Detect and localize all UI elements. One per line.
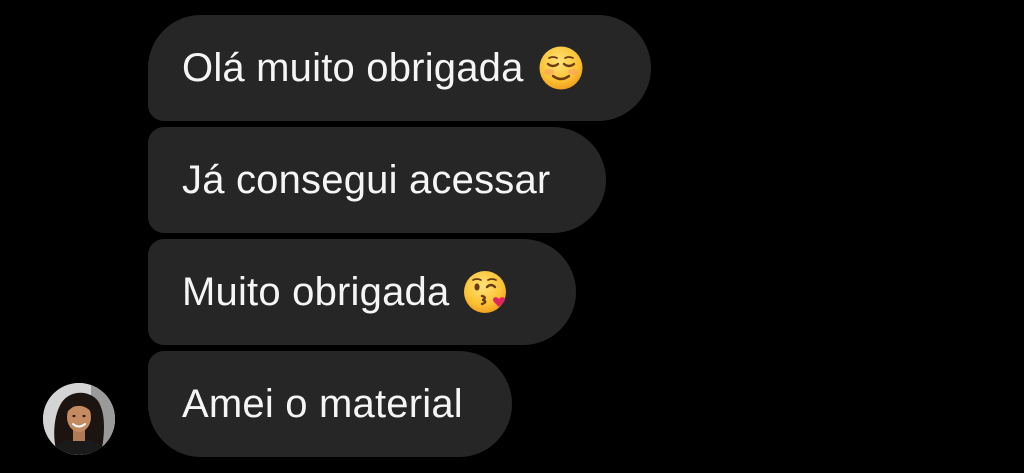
avatar[interactable] [43, 383, 115, 455]
message-text: Já consegui acessar [182, 158, 551, 202]
profile-photo-avatar-icon [43, 383, 115, 455]
message-bubble[interactable]: Olá muito obrigada [148, 15, 651, 121]
message-text: Muito obrigada [182, 270, 450, 314]
message-text: Amei o material [182, 382, 463, 426]
relieved-smiling-face-emoji-icon [538, 45, 584, 91]
face-blowing-kiss-emoji-icon [463, 269, 509, 315]
message-bubble[interactable]: Muito obrigada [148, 239, 576, 345]
message-bubble[interactable]: Já consegui acessar [148, 127, 606, 233]
message-text: Olá muito obrigada [182, 46, 524, 90]
message-thread: Olá muito obrigada Já consegui acessar M… [0, 0, 1024, 473]
message-bubble[interactable]: Amei o material [148, 351, 512, 457]
